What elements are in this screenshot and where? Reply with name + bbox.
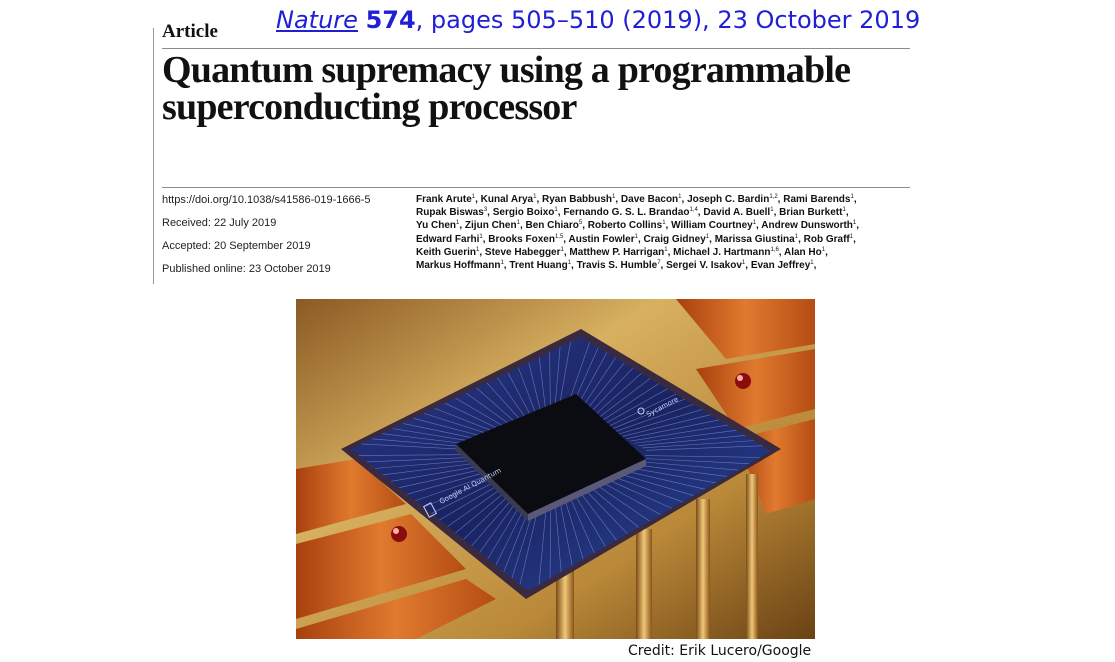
paper-title: Quantum supremacy using a programmable s… [162,49,922,128]
affiliation-number: 1,4 [689,207,698,214]
author-name[interactable]: Edward Farhi1, [416,234,485,245]
affiliation-number: 1 [662,220,666,227]
affiliation-number: 1 [533,194,537,200]
affiliation-number: 1 [849,233,854,240]
affiliation-number: 1,2 [769,194,778,200]
author-name[interactable]: Rami Barends1, [783,194,856,205]
author-name[interactable]: Austin Fowler1, [569,234,641,245]
affiliation-number: 1 [842,207,846,214]
author-name[interactable]: David A. Buell1, [703,207,776,218]
article-meta: https://doi.org/10.1038/s41586-019-1666-… [162,194,402,286]
author-name[interactable]: Sergio Boixo1, [493,207,561,218]
author-name[interactable]: Frank Arute1, [416,194,478,205]
affiliation-number: 1 [770,207,774,214]
author-line: Rupak Biswas3, Sergio Boixo1, Fernando G… [416,206,916,219]
author-list: Frank Arute1, Kunal Arya1, Ryan Babbush1… [416,193,916,272]
author-name[interactable]: Matthew P. Harrigan1, [569,247,670,258]
affiliation-number: 1 [664,246,668,253]
citation: Nature 574, pages 505–510 (2019), 23 Oct… [276,6,920,34]
affiliation-number: 1 [560,246,564,253]
author-name[interactable]: Craig Gidney1, [644,234,712,245]
author-line: Yu Chen1, Zijun Chen1, Ben Chiaro5, Robe… [416,219,916,232]
author-name[interactable]: William Courtney1, [671,220,759,231]
affiliation-number: 1,5 [554,233,564,240]
affiliation-number: 1 [705,233,710,240]
affiliation-number: 1,6 [770,246,779,253]
processor-photo: Google AI Quantum Sycamore [296,299,815,639]
accepted-date: Accepted: 20 September 2019 [162,240,311,252]
author-name[interactable]: Rob Graff1, [804,234,856,245]
author-name[interactable]: Dave Bacon1, [621,194,684,205]
author-line: Frank Arute1, Kunal Arya1, Ryan Babbush1… [416,193,916,206]
author-name[interactable]: Steve Habegger1, [485,247,567,258]
author-name[interactable]: Michael J. Hartmann1,6, [673,247,781,258]
affiliation-number: 1 [850,194,854,200]
affiliation-number: 1 [634,233,638,240]
photo-credit: Credit: Erik Lucero/Google [628,643,812,659]
author-name[interactable]: Keith Guerin1, [416,247,482,258]
left-rule [153,28,154,284]
author-name[interactable]: Ryan Babbush1, [542,194,618,205]
author-name[interactable]: Joseph C. Bardin1,2, [687,194,780,205]
author-name[interactable]: Ben Chiaro5, [526,220,585,231]
author-name[interactable]: Roberto Collins1, [588,220,669,231]
author-name[interactable]: Andrew Dunsworth1, [761,220,859,231]
affiliation-number: 1 [741,260,746,267]
affiliation-number: 1 [476,246,480,253]
affiliation-number: 1 [810,260,814,267]
affiliation-number: 1 [678,194,682,200]
affiliation-number: 1 [852,220,857,227]
affiliation-number: 1 [612,194,616,200]
volume-number: 574 [365,6,416,34]
article-label: Article [162,21,218,42]
affiliation-number: 1 [456,220,460,227]
author-name[interactable]: Alan Ho1, [784,247,828,258]
doi-link[interactable]: https://doi.org/10.1038/s41586-019-1666-… [162,194,402,217]
author-name[interactable]: Rupak Biswas3, [416,207,490,218]
author-line: Edward Farhi1, Brooks Foxen1,5, Austin F… [416,233,916,246]
author-name[interactable]: Zijun Chen1, [465,220,523,231]
received-date: Received: 22 July 2019 [162,217,277,229]
affiliation-number: 1 [500,260,504,267]
meta-rule [162,187,910,188]
affiliation-number: 5 [578,220,583,227]
journal-link[interactable]: Nature [276,6,358,34]
affiliation-number: 3 [483,207,488,214]
author-name[interactable]: Markus Hoffmann1, [416,260,507,271]
affiliation-number: 7 [657,260,661,267]
affiliation-number: 1 [567,260,572,267]
author-name[interactable]: Trent Huang1, [509,260,573,271]
author-name[interactable]: Kunal Arya1, [481,194,540,205]
affiliation-number: 1 [794,233,799,240]
affiliation-number: 1 [516,220,520,227]
author-name[interactable]: Evan Jeffrey1, [751,260,817,271]
sycamore-chip-image: Google AI Quantum Sycamore [296,299,815,639]
affiliation-number: 1 [821,246,826,253]
citation-pages: , pages 505–510 (2019), 23 October 2019 [415,6,921,34]
author-name[interactable]: Fernando G. S. L. Brandao1,4, [563,207,700,218]
affiliation-number: 1 [752,220,757,227]
author-name[interactable]: Sergei V. Isakov1, [666,260,748,271]
title-line-2: superconducting processor [162,86,577,128]
published-date: Published online: 23 October 2019 [162,263,331,275]
author-line: Keith Guerin1, Steve Habegger1, Matthew … [416,246,916,259]
author-line: Markus Hoffmann1, Trent Huang1, Travis S… [416,259,916,272]
author-name[interactable]: Travis S. Humble7, [577,260,664,271]
affiliation-number: 1 [471,194,476,200]
author-name[interactable]: Yu Chen1, [416,220,462,231]
affiliation-number: 1 [479,233,483,240]
author-name[interactable]: Brooks Foxen1,5, [488,234,566,245]
author-name[interactable]: Brian Burkett1, [779,207,848,218]
author-name[interactable]: Marissa Giustina1, [715,234,801,245]
title-line-1: Quantum supremacy using a programmable [162,49,851,91]
affiliation-number: 1 [554,207,558,214]
